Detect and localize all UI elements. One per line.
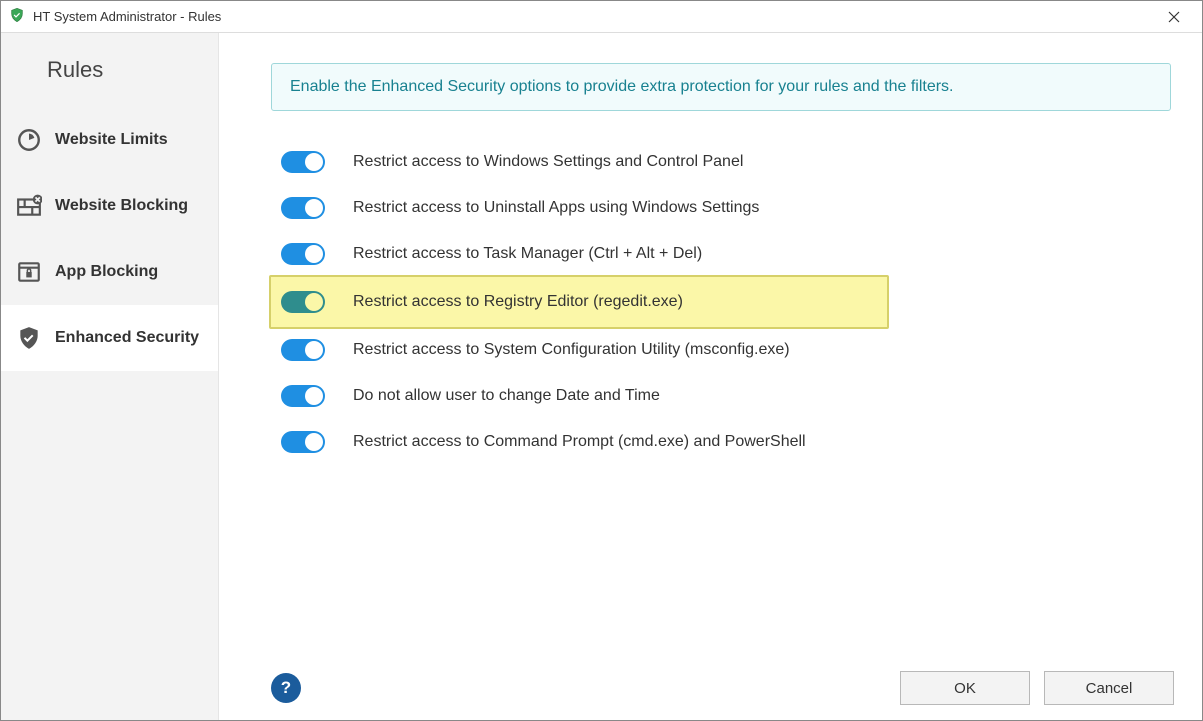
ok-button[interactable]: OK [900, 671, 1030, 705]
option-label: Restrict access to Windows Settings and … [353, 153, 743, 171]
option-label: Restrict access to Command Prompt (cmd.e… [353, 433, 806, 451]
option-row: Restrict access to Windows Settings and … [271, 139, 891, 185]
window-title: HT System Administrator - Rules [33, 9, 1154, 24]
app-lock-icon [15, 259, 43, 285]
toggle-task-manager[interactable] [281, 243, 325, 265]
option-label: Restrict access to System Configuration … [353, 341, 790, 359]
option-row-highlighted: Restrict access to Registry Editor (rege… [269, 275, 889, 329]
sidebar-item-app-blocking[interactable]: App Blocking [1, 239, 218, 305]
sidebar-item-label: Website Blocking [55, 197, 188, 215]
shield-check-icon [15, 325, 43, 351]
toggle-uninstall-apps[interactable] [281, 197, 325, 219]
option-row: Do not allow user to change Date and Tim… [271, 373, 891, 419]
firewall-icon [15, 193, 43, 219]
shield-icon [9, 7, 25, 26]
footer: ? OK Cancel [219, 656, 1202, 720]
help-button[interactable]: ? [271, 673, 301, 703]
content: Enable the Enhanced Security options to … [219, 33, 1202, 656]
sidebar-item-label: Website Limits [55, 131, 168, 149]
sidebar: Rules Website Limits Website Blocking Ap… [1, 33, 219, 720]
option-row: Restrict access to Command Prompt (cmd.e… [271, 419, 891, 465]
sidebar-item-website-blocking[interactable]: Website Blocking [1, 173, 218, 239]
option-label: Do not allow user to change Date and Tim… [353, 387, 660, 405]
main-panel: Enable the Enhanced Security options to … [219, 33, 1202, 720]
option-row: Restrict access to Uninstall Apps using … [271, 185, 891, 231]
window-body: Rules Website Limits Website Blocking Ap… [1, 33, 1202, 720]
option-row: Restrict access to System Configuration … [271, 327, 891, 373]
option-label: Restrict access to Task Manager (Ctrl + … [353, 245, 702, 263]
sidebar-item-label: App Blocking [55, 263, 158, 281]
option-row: Restrict access to Task Manager (Ctrl + … [271, 231, 891, 277]
sidebar-item-label: Enhanced Security [55, 329, 199, 347]
option-label: Restrict access to Registry Editor (rege… [353, 293, 683, 311]
option-label: Restrict access to Uninstall Apps using … [353, 199, 759, 217]
titlebar: HT System Administrator - Rules [1, 1, 1202, 33]
toggle-date-time[interactable] [281, 385, 325, 407]
sidebar-item-website-limits[interactable]: Website Limits [1, 107, 218, 173]
info-banner: Enable the Enhanced Security options to … [271, 63, 1171, 111]
toggle-cmd-powershell[interactable] [281, 431, 325, 453]
sidebar-header: Rules [1, 33, 218, 107]
sidebar-item-enhanced-security[interactable]: Enhanced Security [1, 305, 218, 371]
toggle-msconfig[interactable] [281, 339, 325, 361]
close-button[interactable] [1154, 3, 1194, 31]
toggle-registry-editor[interactable] [281, 291, 325, 313]
cancel-button[interactable]: Cancel [1044, 671, 1174, 705]
clock-icon [15, 127, 43, 153]
toggle-windows-settings[interactable] [281, 151, 325, 173]
